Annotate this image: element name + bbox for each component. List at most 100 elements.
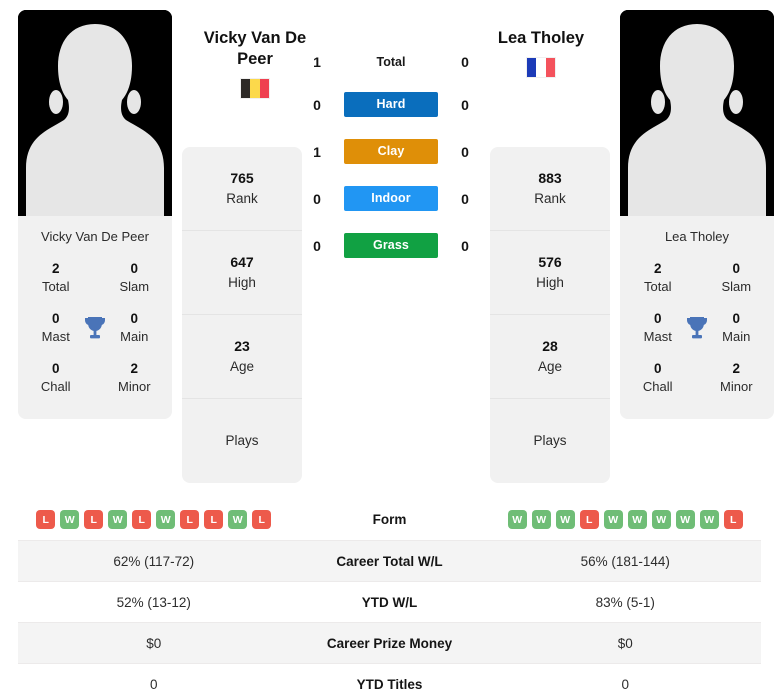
right-ytd-wl: 83% (5-1)	[595, 594, 655, 610]
right-challenger-titles: 0 Chall	[634, 360, 681, 396]
right-age-cell: 28 Age	[490, 315, 610, 399]
right-rank-label: Rank	[534, 190, 566, 206]
left-ytd-titles: 0	[149, 676, 158, 692]
h2h-total-label: Total	[376, 55, 406, 69]
form-badge-win: W	[555, 510, 575, 529]
left-age-value: 23	[234, 337, 250, 354]
form-badge-win: W	[228, 510, 248, 529]
right-titles-row-1: 2 Total 0 Slam	[626, 256, 768, 306]
right-total-titles: 2 Total	[634, 260, 681, 296]
right-slam-titles-label: Slam	[721, 279, 752, 295]
left-high-cell: 647 High	[182, 231, 302, 315]
left-player-header: Vicky Van De Peer	[180, 28, 330, 100]
form-badge-win: W	[603, 510, 623, 529]
left-player-name-line1: Vicky Van De	[203, 29, 307, 47]
right-high-label: High	[536, 274, 564, 290]
left-titles-grid: 2 Total 0 Slam 0 Mast 0 Main 0 Chall 2 M…	[18, 256, 172, 420]
right-player-name-line1: Lea Tholey	[497, 29, 585, 47]
left-plays-label: Plays	[225, 432, 259, 448]
right-career-prize-money: $0	[617, 635, 633, 651]
right-minor-titles-value: 2	[732, 360, 741, 376]
left-main-titles-value: 0	[130, 310, 139, 326]
table-row-ytd-titles: 0 YTD Titles 0	[18, 664, 761, 699]
surface-button-indoor[interactable]: Indoor	[344, 186, 438, 211]
right-minor-titles-label: Minor	[720, 378, 753, 394]
ytd-titles-label: YTD Titles	[356, 676, 423, 692]
h2h-hard-right-score: 0	[461, 96, 469, 113]
stats-table: LWLWLWLLWL Form WWWLWWWWWL 62% (117-72) …	[0, 499, 779, 699]
left-avatar-caption: Vicky Van De Peer	[18, 216, 172, 256]
left-titles-row-3: 0 Chall 2 Minor	[24, 356, 166, 406]
right-player-column: Lea Tholey 2 Total 0 Slam 0 Mast 0 Main …	[620, 10, 774, 420]
right-player-avatar	[620, 10, 774, 216]
table-row-career-total-wl: 62% (117-72) Career Total W/L 56% (181-1…	[18, 541, 761, 582]
right-minor-titles: 2 Minor	[713, 360, 760, 396]
left-challenger-titles: 0 Chall	[32, 360, 79, 396]
right-total-titles-label: Total	[644, 279, 672, 295]
left-rank-label: Rank	[226, 190, 258, 206]
right-titles-row-3: 0 Chall 2 Minor	[626, 356, 768, 406]
left-stat-strip: 765 Rank 647 High 23 Age Plays	[182, 147, 302, 483]
surface-button-clay[interactable]: Clay	[344, 139, 438, 164]
form-badge-loss: L	[579, 510, 599, 529]
form-badge-win: W	[507, 510, 527, 529]
right-titles-row-2: 0 Mast 0 Main	[626, 306, 768, 356]
form-badge-win: W	[699, 510, 719, 529]
career-prize-money-label: Career Prize Money	[326, 635, 453, 651]
surface-button-grass[interactable]: Grass	[344, 233, 438, 258]
left-titles-row-2: 0 Mast 0 Main	[24, 306, 166, 356]
right-rank-value: 883	[538, 169, 562, 186]
right-age-value: 28	[542, 337, 558, 354]
table-row-career-prize-money: $0 Career Prize Money $0	[18, 623, 761, 664]
right-avatar-caption: Lea Tholey	[620, 216, 774, 256]
right-career-total-wl: 56% (181-144)	[580, 553, 670, 569]
left-ytd-wl: 52% (13-12)	[116, 594, 191, 610]
form-badge-loss: L	[204, 510, 224, 529]
right-high-value: 576	[538, 253, 562, 270]
form-badge-win: W	[60, 510, 80, 529]
right-player-card[interactable]: Lea Tholey 2 Total 0 Slam 0 Mast 0 Main …	[620, 10, 774, 420]
right-ytd-titles: 0	[621, 676, 629, 692]
right-high-cell: 576 High	[490, 231, 610, 315]
right-titles-grid: 2 Total 0 Slam 0 Mast 0 Main 0 Chall 2 M…	[620, 256, 774, 420]
left-slam-titles-value: 0	[130, 261, 139, 276]
right-slam-titles-value: 0	[732, 261, 741, 276]
left-main-titles: 0 Main	[111, 310, 158, 346]
left-minor-titles-value: 2	[130, 360, 139, 376]
left-player-card[interactable]: Vicky Van De Peer 2 Total 0 Slam 0 Mast …	[18, 10, 172, 420]
player-comparison-page: Vicky Van De Peer Lea Tholey Vicky Van D…	[0, 0, 779, 699]
left-total-titles: 2 Total	[32, 260, 79, 296]
form-badge-loss: L	[84, 510, 104, 529]
left-plays-cell: Plays	[182, 399, 302, 483]
right-masters-titles-value: 0	[653, 310, 662, 326]
right-age-label: Age	[537, 358, 563, 374]
h2h-row-indoor: 0 Indoor 0	[302, 186, 480, 211]
left-career-prize-money: $0	[146, 635, 162, 651]
h2h-indoor-mid: Indoor	[332, 186, 450, 211]
left-masters-titles-label: Mast	[41, 328, 70, 344]
left-slam-titles: 0 Slam	[111, 260, 158, 296]
left-player-column: Vicky Van De Peer 2 Total 0 Slam 0 Mast …	[18, 10, 172, 420]
right-main-titles-label: Main	[722, 328, 751, 344]
left-high-label: High	[228, 274, 256, 290]
right-challenger-titles-value: 0	[653, 360, 662, 376]
trophy-icon	[79, 315, 110, 341]
form-badge-win: W	[108, 510, 128, 529]
h2h-row-clay: 1 Clay 0	[302, 139, 480, 164]
left-titles-row-1: 2 Total 0 Slam	[24, 256, 166, 306]
h2h-grass-left-score: 0	[313, 237, 321, 254]
surface-button-hard[interactable]: Hard	[344, 92, 438, 117]
left-slam-titles-label: Slam	[119, 279, 150, 295]
left-player-name-line2: Peer	[237, 50, 273, 69]
right-challenger-titles-label: Chall	[642, 378, 673, 394]
left-age-label: Age	[229, 358, 255, 374]
form-badge-win: W	[531, 510, 551, 529]
form-badge-loss: L	[132, 510, 152, 529]
h2h-hard-mid: Hard	[332, 92, 450, 117]
left-masters-titles-value: 0	[51, 310, 60, 326]
left-challenger-titles-value: 0	[51, 360, 60, 376]
right-form-badges: WWWLWWWWWL	[490, 510, 762, 529]
right-stat-strip-column: 883 Rank 576 High 28 Age Plays	[490, 10, 610, 483]
right-rank-cell: 883 Rank	[490, 147, 610, 231]
right-main-titles-value: 0	[732, 310, 741, 326]
